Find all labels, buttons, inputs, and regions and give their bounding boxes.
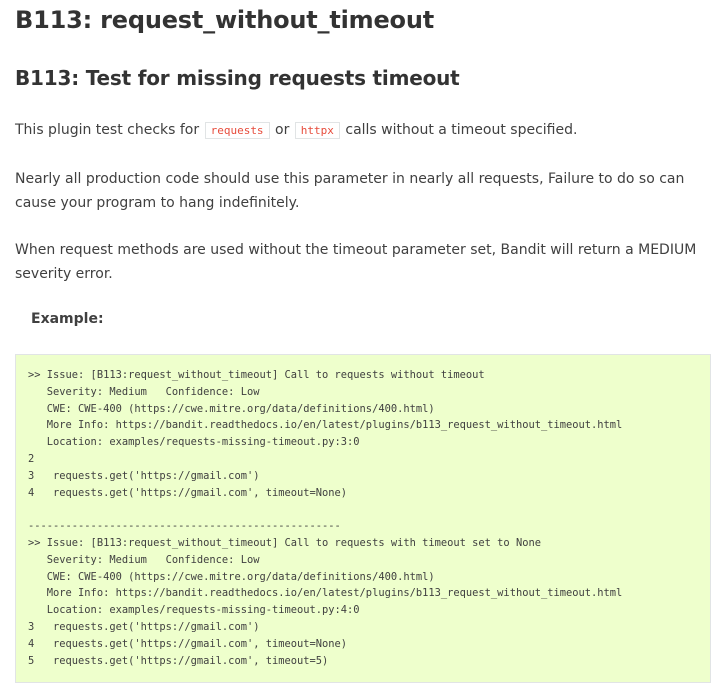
intro-text-after: calls without a timeout specified. [340,122,578,138]
code-line: More Info: https://bandit.readthedocs.io… [28,587,623,600]
code-line: 4 requests.get('https://gmail.com', time… [28,486,348,499]
code-line: >> Issue: [B113:request_without_timeout]… [28,369,485,381]
intro-text-before: This plugin test checks for [15,122,204,138]
httpx-inline-code: httpx [294,122,340,139]
code-output: >> Issue: [B113:request_without_timeout]… [28,367,698,669]
code-line: ----------------------------------------… [28,520,341,533]
code-line: >> Issue: [B113:request_without_timeout]… [28,536,541,549]
code-block: >> Issue: [B113:request_without_timeout]… [15,354,711,683]
page-title: B113: request_without_timeout [15,6,434,34]
code-line: 3 requests.get('https://gmail.com') [28,620,260,633]
intro-paragraph: This plugin test checks for requests or … [15,118,715,143]
usage-paragraph: Nearly all production code should use th… [15,171,685,211]
severity-paragraph: When request methods are used without th… [15,242,697,282]
requests-inline-code: requests [204,122,270,139]
code-line: CWE: CWE-400 (https://cwe.mitre.org/data… [28,402,435,415]
code-line: 4 requests.get('https://gmail.com', time… [28,637,348,650]
example-label: Example: [31,311,104,327]
code-line: CWE: CWE-400 (https://cwe.mitre.org/data… [28,570,435,583]
code-line: Severity: Medium Confidence: Low [28,553,260,566]
code-line: 3 requests.get('https://gmail.com') [28,469,260,482]
doc-page: B113: request_without_timeout B113: Test… [0,0,723,691]
code-line: More Info: https://bandit.readthedocs.io… [28,419,623,432]
code-line: Location: examples/requests-missing-time… [28,604,360,617]
intro-text-middle: or [270,122,294,138]
code-line: Severity: Medium Confidence: Low [28,385,260,398]
code-line: Location: examples/requests-missing-time… [28,436,360,449]
code-line: 2 [28,452,35,465]
section-heading: B113: Test for missing requests timeout [15,66,460,90]
code-line: 5 requests.get('https://gmail.com', time… [28,654,329,667]
